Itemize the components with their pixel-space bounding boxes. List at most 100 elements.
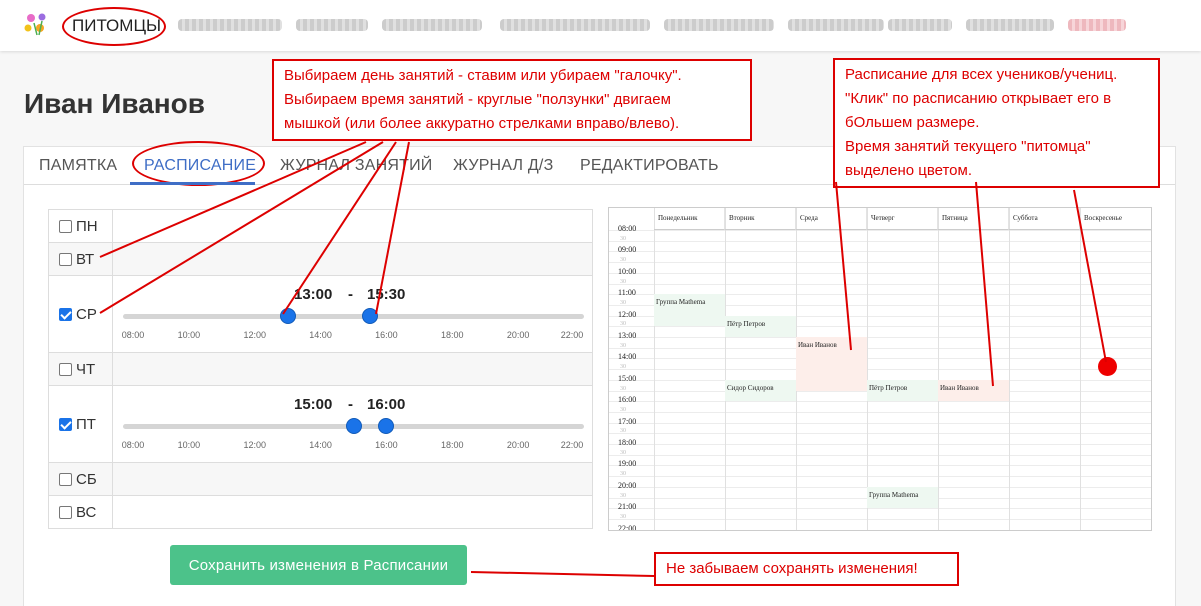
- schedule-gridline: [609, 283, 1151, 285]
- slider-handle-end[interactable]: [378, 418, 395, 434]
- schedule-hour-label: 12:00: [618, 309, 637, 319]
- nav-item-blurred[interactable]: [788, 19, 884, 31]
- slider-handle-end[interactable]: [361, 308, 378, 324]
- day-label: ЧТ: [76, 361, 96, 378]
- schedule-half-label: 30: [620, 235, 626, 242]
- nav-item-blurred[interactable]: [296, 19, 368, 31]
- nav-item-blurred[interactable]: [966, 19, 1054, 31]
- annotation-instructions: Выбираем день занятий - ставим или убира…: [272, 59, 752, 141]
- day-checkbox-fri[interactable]: [59, 418, 72, 431]
- range-to: 15:30: [367, 286, 406, 303]
- schedule-half-label: 30: [620, 513, 626, 520]
- schedule-hour-label: 18:00: [618, 438, 637, 447]
- schedule-entry: Иван Иванов: [938, 379, 1009, 402]
- flowers-logo-icon[interactable]: [22, 11, 52, 37]
- nav-item-blurred[interactable]: [888, 19, 952, 31]
- day-checkbox-sat[interactable]: [59, 473, 72, 486]
- schedule-half-label: 30: [620, 428, 626, 435]
- schedule-column-divider: [938, 208, 939, 530]
- day-checkbox-wed[interactable]: [59, 308, 72, 321]
- schedule-gridline: [609, 433, 1151, 435]
- schedule-gridline: [609, 358, 1151, 360]
- range-separator: -: [348, 286, 353, 303]
- app-root: ПИТОМЦЫ Иван Иванов ПАМЯТКА РАСПИСАНИЕ Ж…: [0, 0, 1201, 606]
- slider-handle-start[interactable]: [345, 418, 362, 434]
- day-label: ВС: [76, 504, 97, 521]
- schedule-hour-label: 19:00: [618, 459, 637, 469]
- schedule-gridline: [609, 508, 1151, 510]
- slider-tick-label: 18:00: [441, 330, 464, 340]
- slider-tick-label: 16:00: [375, 440, 398, 450]
- day-label: ПН: [76, 218, 98, 235]
- tab-memo[interactable]: ПАМЯТКА: [39, 157, 117, 175]
- day-checkbox-thu[interactable]: [59, 363, 72, 376]
- time-range-slider-wed[interactable]: [123, 308, 584, 324]
- schedule-half-label: 30: [620, 278, 626, 285]
- day-row-sat: СБ: [49, 463, 592, 496]
- tab-lessons-journal[interactable]: ЖУРНАЛ ЗАНЯТИЙ: [280, 157, 433, 175]
- schedule-half-label: 30: [620, 364, 626, 371]
- schedule-hour-label: 09:00: [618, 245, 637, 255]
- nav-item-blurred[interactable]: [664, 19, 774, 31]
- day-cell: ПН: [49, 210, 113, 242]
- schedule-hour-label: 20:00: [618, 480, 637, 490]
- nav-item-blurred[interactable]: [382, 19, 482, 31]
- nav-item-blurred[interactable]: [178, 19, 282, 31]
- schedule-half-label: 30: [620, 492, 626, 499]
- schedule-gridline: [609, 347, 1151, 349]
- schedule-day-header: Воскресенье: [1080, 208, 1151, 230]
- nav-item-pets[interactable]: ПИТОМЦЫ: [72, 16, 161, 36]
- schedule-gridline: [609, 422, 1151, 424]
- tab-edit[interactable]: РЕДАКТИРОВАТЬ: [580, 157, 719, 175]
- day-checkbox-mon[interactable]: [59, 220, 72, 233]
- schedule-hour-label: 21:00: [618, 502, 637, 512]
- day-row-tue: ВТ: [49, 243, 592, 276]
- schedule-column-divider: [725, 208, 726, 530]
- slider-tick-label: 14:00: [309, 440, 332, 450]
- nav-item-blurred[interactable]: [1068, 19, 1126, 31]
- slider-tick-label: 22:00: [560, 330, 584, 340]
- day-label: ПТ: [76, 416, 96, 433]
- schedule-image[interactable]: Понедельник Вторник Среда Четверг Пятница Суб…: [608, 207, 1152, 531]
- day-row-mon: ПН: [49, 210, 592, 243]
- schedule-day-header: Понедельник: [654, 208, 725, 230]
- schedule-hour-label: 08:00: [618, 224, 637, 233]
- time-range-slider-fri[interactable]: [123, 418, 584, 434]
- schedule-gridline: [609, 465, 1151, 467]
- schedule-gridline: [609, 454, 1151, 456]
- slider-handle-start[interactable]: [279, 308, 296, 324]
- annotation-marker-dot: [1098, 357, 1117, 376]
- tab-homework-journal[interactable]: ЖУРНАЛ Д/З: [453, 157, 553, 175]
- annotation-line: бОльшем размере.: [845, 114, 980, 131]
- schedule-column-divider: [1080, 208, 1081, 530]
- schedule-gridline: [609, 272, 1151, 274]
- top-navbar: ПИТОМЦЫ: [0, 0, 1201, 51]
- slider-tick-label: 20:00: [506, 330, 530, 340]
- schedule-column-divider: [867, 208, 868, 530]
- slider-ticks: 08:00 10:00 12:00 14:00 16:00 18:00 20:00 22:00: [122, 440, 584, 452]
- range-from: 15:00: [294, 396, 333, 413]
- day-checkbox-sun[interactable]: [59, 506, 72, 519]
- day-cell: ВС: [49, 496, 113, 528]
- day-row-wed: СР 13:00 - 15:30 08:00 10:00 12:00 14:00 16:…: [49, 276, 592, 353]
- schedule-half-label: 30: [620, 299, 626, 306]
- schedule-entry: Пётр Петров: [867, 379, 938, 402]
- slider-tick-label: 22:00: [560, 440, 584, 450]
- slider-tick-label: 12:00: [243, 330, 266, 340]
- schedule-entry: Пётр Петров: [725, 315, 796, 337]
- schedule-half-label: 30: [620, 342, 626, 349]
- slider-tick-label: 16:00: [375, 330, 398, 340]
- nav-item-blurred[interactable]: [500, 19, 650, 31]
- schedule-gridline: [609, 444, 1151, 445]
- schedule-gridline: [609, 401, 1151, 403]
- range-separator: -: [348, 396, 353, 413]
- day-checkbox-tue[interactable]: [59, 253, 72, 266]
- annotation-line: мышкой (или более аккуратно стрелками вп…: [284, 115, 680, 132]
- day-cell: СБ: [49, 463, 113, 495]
- tab-active-indicator: [130, 182, 255, 185]
- day-row-sun: ВС: [49, 496, 592, 528]
- annotation-line: Время занятий текущего "питомца": [845, 138, 1091, 155]
- weekday-schedule-table: ПН ВТ СР 13:00 - 15:30 08:00 10:00 12:00…: [48, 209, 593, 529]
- schedule-gridline: [609, 240, 1151, 242]
- save-schedule-button[interactable]: Сохранить изменения в Расписании: [170, 545, 467, 585]
